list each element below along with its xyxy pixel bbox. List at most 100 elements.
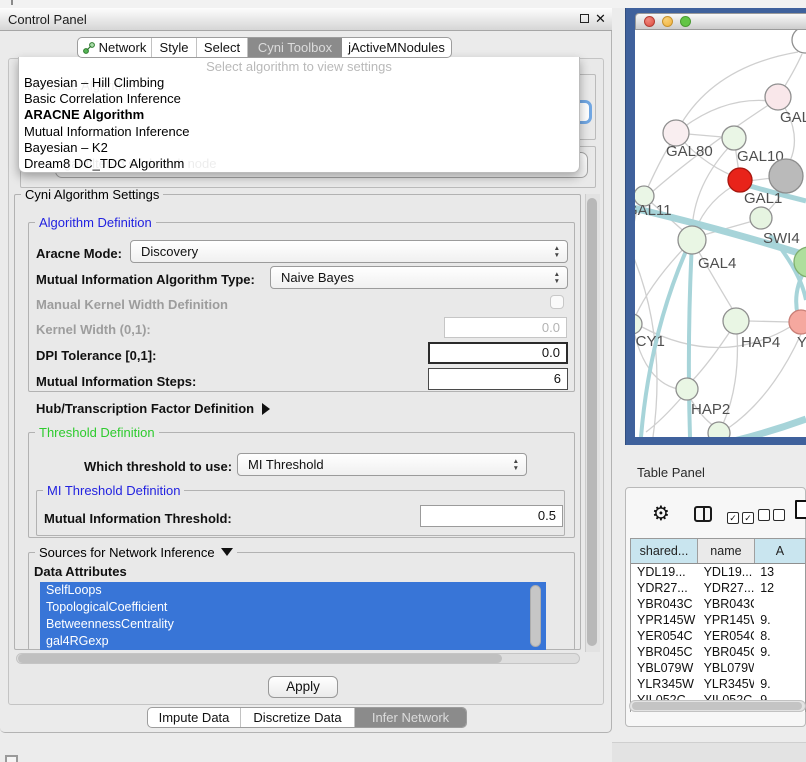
mi-steps-field[interactable]: 6 bbox=[428, 368, 568, 390]
gear-icon[interactable]: ⚙ bbox=[652, 501, 670, 526]
select-all-checkboxes-icon[interactable]: ✓✓ bbox=[727, 508, 757, 526]
table-row[interactable]: YBR043CYBR043C bbox=[631, 596, 805, 612]
table-cell: YER054C bbox=[698, 628, 755, 644]
algorithm-option[interactable]: Basic Correlation Inference bbox=[19, 91, 579, 107]
table-header-row: shared... name A bbox=[631, 539, 805, 564]
network-node[interactable] bbox=[792, 30, 806, 53]
table-row[interactable]: YLR345WYLR345W9. bbox=[631, 676, 805, 692]
table-cell: 9. bbox=[754, 676, 805, 692]
deselect-all-checkboxes-icon[interactable] bbox=[758, 508, 788, 526]
algorithm-combo-placeholder[interactable]: Select algorithm to view settings bbox=[19, 59, 579, 75]
aracne-mode-combo[interactable]: Discovery ▲ ▼ bbox=[130, 240, 568, 263]
collapse-arrow-icon[interactable] bbox=[221, 548, 233, 556]
attribute-item[interactable]: gal4RGexp bbox=[40, 633, 546, 650]
group-title: MI Threshold Definition bbox=[43, 483, 184, 498]
kernel-width-field[interactable]: 0.0 bbox=[444, 317, 567, 338]
which-threshold-combo[interactable]: MI Threshold ▲ ▼ bbox=[237, 453, 527, 476]
tab-cyni-toolbox[interactable]: Cyni Toolbox bbox=[248, 38, 342, 57]
table-body: YDL19...YDL19...13YDR27...YDR27...12YBR0… bbox=[631, 564, 805, 708]
float-window-icon[interactable] bbox=[580, 14, 589, 23]
table-row[interactable]: YBR045CYBR045C9. bbox=[631, 644, 805, 660]
bottom-panel-strip bbox=[612, 742, 806, 762]
tab-infer-network[interactable]: Infer Network bbox=[355, 708, 466, 727]
group-title: Cyni Algorithm Settings bbox=[21, 187, 163, 202]
tab-select[interactable]: Select bbox=[197, 38, 248, 57]
manual-kernel-label: Manual Kernel Width Definition bbox=[36, 297, 228, 312]
tab-discretize-data[interactable]: Discretize Data bbox=[241, 708, 355, 727]
network-edge-highlighted[interactable] bbox=[734, 419, 806, 437]
network-edge[interactable] bbox=[646, 397, 682, 432]
column-header-shared-name[interactable]: shared... bbox=[631, 539, 698, 563]
combo-spinner-icon: ▲ ▼ bbox=[513, 458, 519, 472]
table-horizontal-scrollbar-thumb[interactable] bbox=[632, 702, 802, 710]
close-icon[interactable]: ✕ bbox=[595, 11, 606, 27]
mi-type-label: Mutual Information Algorithm Type: bbox=[36, 272, 255, 287]
network-edge[interactable] bbox=[748, 321, 790, 322]
tab-network[interactable]: Network bbox=[78, 38, 152, 57]
table-row[interactable]: YPR145WYPR145W9. bbox=[631, 612, 805, 628]
algorithm-option[interactable]: Bayesian – K2 bbox=[19, 140, 579, 156]
table-horizontal-scrollbar[interactable] bbox=[629, 700, 806, 712]
table-cell: YDR27... bbox=[631, 580, 698, 596]
algorithm-option[interactable]: Mutual Information Inference bbox=[19, 124, 579, 140]
tab-jactivemnodules[interactable]: jActiveMNodules bbox=[342, 38, 451, 57]
network-canvas[interactable]: GALGAL80GAL10GAL1GAL11SWI4GAL4GCY1HAP4YH… bbox=[635, 30, 806, 437]
network-node[interactable] bbox=[635, 314, 642, 334]
mi-threshold-field[interactable]: 0.5 bbox=[420, 505, 563, 527]
manual-kernel-checkbox[interactable] bbox=[550, 295, 564, 309]
table-row[interactable]: YDL19...YDL19...13 bbox=[631, 564, 805, 580]
network-node-label: HAP4 bbox=[741, 334, 780, 351]
attribute-item[interactable]: BetweennessCentrality bbox=[40, 616, 546, 633]
network-node[interactable] bbox=[676, 378, 698, 400]
zoom-traffic-light-icon[interactable] bbox=[680, 16, 691, 27]
close-traffic-light-icon[interactable] bbox=[644, 16, 655, 27]
table-row[interactable]: YER054CYER054C8. bbox=[631, 628, 805, 644]
column-header-partial[interactable]: A bbox=[755, 539, 805, 563]
network-node[interactable] bbox=[765, 84, 791, 110]
application-root: Control Panel ✕ Network Style Select Cyn… bbox=[0, 0, 806, 762]
table-cell: YDR27... bbox=[698, 580, 755, 596]
dpi-tolerance-field[interactable]: 0.0 bbox=[428, 342, 568, 364]
network-node[interactable] bbox=[728, 168, 752, 192]
network-node[interactable] bbox=[769, 159, 803, 193]
column-header-name[interactable]: name bbox=[698, 539, 755, 563]
table-row[interactable]: YDR27...YDR27...12 bbox=[631, 580, 805, 596]
minimize-traffic-light-icon[interactable] bbox=[662, 16, 673, 27]
mi-type-combo[interactable]: Naive Bayes ▲ ▼ bbox=[270, 266, 568, 289]
network-node[interactable] bbox=[723, 308, 749, 334]
mi-steps-label: Mutual Information Steps: bbox=[36, 374, 196, 389]
network-node[interactable] bbox=[750, 207, 772, 229]
network-icon bbox=[83, 42, 95, 54]
settings-vertical-scrollbar-thumb[interactable] bbox=[587, 198, 597, 646]
settings-horizontal-scrollbar-thumb[interactable] bbox=[18, 654, 502, 663]
attribute-item[interactable]: SelfLoops bbox=[40, 582, 546, 599]
table-cell: YBR043C bbox=[631, 596, 698, 612]
hub-definition-toggle[interactable]: Hub/Transcription Factor Definition bbox=[36, 401, 270, 416]
network-node[interactable] bbox=[789, 310, 806, 334]
network-edge[interactable] bbox=[676, 100, 770, 133]
table-row[interactable]: YBL079WYBL079W bbox=[631, 660, 805, 676]
data-attributes-list[interactable]: SelfLoopsTopologicalCoefficientBetweenne… bbox=[40, 582, 546, 650]
apply-button[interactable]: Apply bbox=[268, 676, 338, 698]
table-cell: YDL19... bbox=[631, 564, 698, 580]
algorithm-option[interactable]: ARACNE Algorithm bbox=[19, 107, 579, 123]
network-node[interactable] bbox=[722, 126, 746, 150]
table-cell: YLR345W bbox=[631, 676, 698, 692]
expand-arrow-icon[interactable] bbox=[262, 403, 270, 415]
tab-style[interactable]: Style bbox=[152, 38, 197, 57]
attribute-list-scrollbar[interactable] bbox=[530, 585, 541, 647]
network-node-label: HAP2 bbox=[691, 401, 730, 418]
columns-icon-divider bbox=[703, 508, 705, 520]
network-node-label: GAL11 bbox=[635, 202, 672, 219]
network-edge[interactable] bbox=[692, 327, 733, 381]
columns-icon[interactable] bbox=[694, 506, 712, 522]
document-icon[interactable] bbox=[795, 500, 806, 519]
network-node[interactable] bbox=[678, 226, 706, 254]
network-node-label: GAL4 bbox=[698, 255, 736, 272]
table-cell: YBL079W bbox=[698, 660, 755, 676]
network-window-titlebar[interactable] bbox=[635, 13, 806, 30]
attribute-item[interactable]: TopologicalCoefficient bbox=[40, 599, 546, 616]
tab-impute-data[interactable]: Impute Data bbox=[148, 708, 241, 727]
corner-widget-icon[interactable] bbox=[5, 755, 18, 762]
group-title: Algorithm Definition bbox=[35, 215, 156, 230]
